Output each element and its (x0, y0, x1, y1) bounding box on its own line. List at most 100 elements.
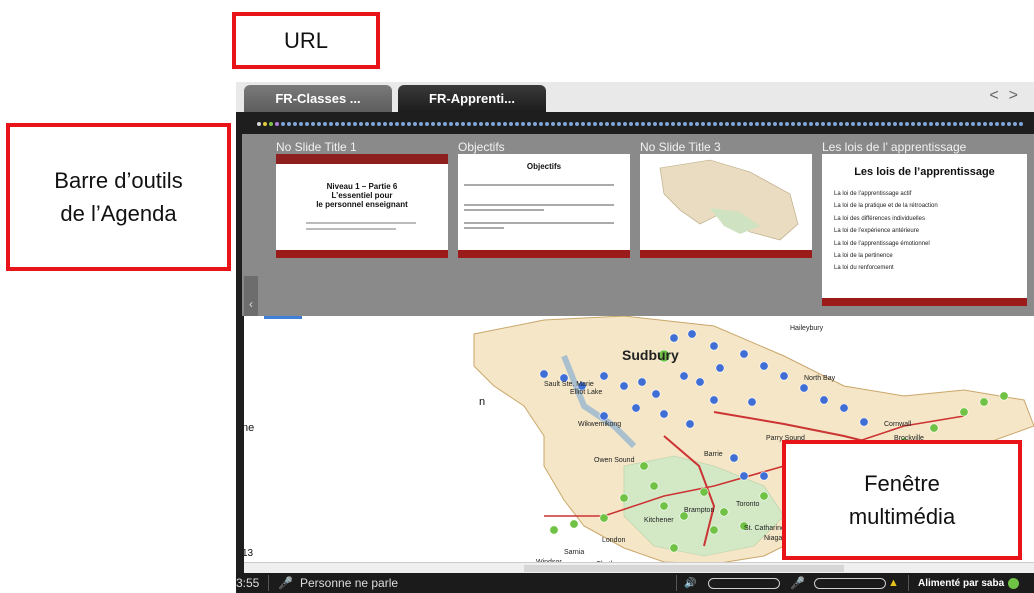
progress-dot (827, 122, 831, 126)
tab-fr-classes[interactable]: FR-Classes ... (244, 85, 392, 112)
progress-dot (911, 122, 915, 126)
slide-thumbnail-2[interactable]: Objectifs (458, 154, 630, 258)
slide-footer (458, 250, 630, 258)
map-city-label: London (602, 537, 625, 544)
map-marker-icon[interactable] (819, 395, 829, 405)
map-marker-icon[interactable] (687, 329, 697, 339)
map-marker-icon[interactable] (631, 403, 641, 413)
microphone-level-icon[interactable]: 🎤 (790, 573, 805, 593)
map-marker-icon[interactable] (729, 453, 739, 463)
tab-next-icon[interactable]: > (1009, 87, 1028, 104)
map-marker-icon[interactable] (669, 333, 679, 343)
map-marker-icon[interactable] (929, 423, 939, 433)
map-marker-icon[interactable] (999, 391, 1009, 401)
map-marker-icon[interactable] (639, 461, 649, 471)
map-marker-icon[interactable] (739, 349, 749, 359)
map-marker-icon[interactable] (569, 519, 579, 529)
map-marker-icon[interactable] (685, 419, 695, 429)
agenda-callout-line2: de l’Agenda (60, 201, 177, 226)
progress-dot (689, 122, 693, 126)
map-marker-icon[interactable] (659, 501, 669, 511)
map-marker-icon[interactable] (679, 371, 689, 381)
map-marker-icon[interactable] (709, 341, 719, 351)
map-marker-icon[interactable] (759, 361, 769, 371)
progress-dot (485, 122, 489, 126)
progress-dot (329, 122, 333, 126)
slide-4-bullet: La loi de la pertinence (834, 253, 893, 260)
map-marker-icon[interactable] (619, 493, 629, 503)
map-marker-icon[interactable] (599, 513, 609, 523)
progress-dot (527, 122, 531, 126)
progress-dot (467, 122, 471, 126)
map-marker-icon[interactable] (619, 381, 629, 391)
map-marker-icon[interactable] (695, 377, 705, 387)
map-marker-icon[interactable] (651, 389, 661, 399)
map-marker-icon[interactable] (539, 369, 549, 379)
map-marker-icon[interactable] (709, 395, 719, 405)
slide-title-2: Objectifs (458, 140, 505, 154)
microphone-icon: 🎤 (278, 576, 293, 590)
map-marker-icon[interactable] (549, 525, 559, 535)
map-marker-icon[interactable] (659, 409, 669, 419)
map-marker-icon[interactable] (599, 411, 609, 421)
progress-dot (575, 122, 579, 126)
progress-dot (761, 122, 765, 126)
map-marker-icon[interactable] (759, 471, 769, 481)
progress-dot (749, 122, 753, 126)
map-marker-icon[interactable] (649, 481, 659, 491)
map-marker-icon[interactable] (709, 525, 719, 535)
map-marker-icon[interactable] (739, 471, 749, 481)
progress-dot (695, 122, 699, 126)
progress-dot (785, 122, 789, 126)
map-city-label: Cornwall (884, 421, 912, 428)
progress-dot (701, 122, 705, 126)
progress-dot (635, 122, 639, 126)
progress-dot (563, 122, 567, 126)
map-marker-icon[interactable] (859, 417, 869, 427)
slide-4-heading: Les lois de l’apprentissage (854, 166, 995, 178)
speaker-volume-icon[interactable]: 🔊 (684, 573, 696, 593)
slide-1-heading-line3: le personnel enseignant (316, 200, 408, 209)
progress-dot (665, 122, 669, 126)
slide-thumbnail-3[interactable] (640, 154, 812, 258)
map-city-label: Elliot Lake (570, 389, 602, 396)
divider (268, 575, 269, 591)
map-marker-icon[interactable] (779, 371, 789, 381)
progress-dot (893, 122, 897, 126)
map-marker-icon[interactable] (637, 377, 647, 387)
progress-dot (983, 122, 987, 126)
map-marker-icon[interactable] (747, 397, 757, 407)
map-marker-icon[interactable] (959, 407, 969, 417)
map-marker-icon[interactable] (759, 491, 769, 501)
progress-dot (881, 122, 885, 126)
progress-dot (755, 122, 759, 126)
progress-dot (899, 122, 903, 126)
progress-dot (731, 122, 735, 126)
map-marker-icon[interactable] (669, 543, 679, 553)
progress-dot (929, 122, 933, 126)
tab-fr-apprentissage[interactable]: FR-Apprenti... (398, 85, 546, 112)
map-marker-icon[interactable] (979, 397, 989, 407)
divider (676, 575, 677, 591)
map-marker-icon[interactable] (699, 487, 709, 497)
slide-thumbnail-4[interactable]: Les lois de l’apprentissage La loi de l’… (822, 154, 1027, 306)
slide-1-heading-line1: Niveau 1 – Partie 6 (326, 182, 398, 191)
map-city-label: Wikwemikong (578, 421, 621, 428)
speaker-volume-slider[interactable] (708, 578, 780, 589)
map-marker-icon[interactable] (799, 383, 809, 393)
map-marker-icon[interactable] (715, 363, 725, 373)
progress-dot (443, 122, 447, 126)
map-marker-icon[interactable] (839, 403, 849, 413)
progress-dot (461, 122, 465, 126)
microphone-volume-slider[interactable] (814, 578, 886, 589)
slide-thumbnail-1[interactable]: Niveau 1 – Partie 6 L’essentiel pour le … (276, 154, 448, 258)
progress-dot (425, 122, 429, 126)
divider (908, 575, 909, 591)
progress-dot (341, 122, 345, 126)
map-marker-icon[interactable] (719, 507, 729, 517)
progress-dot (1001, 122, 1005, 126)
map-marker-icon[interactable] (599, 371, 609, 381)
tab-prev-icon[interactable]: < (989, 87, 1008, 104)
scrollbar-thumb[interactable] (524, 565, 844, 572)
agenda-toolbar: ‹ No Slide Title 1 Niveau 1 – Partie 6 L… (242, 134, 1034, 332)
